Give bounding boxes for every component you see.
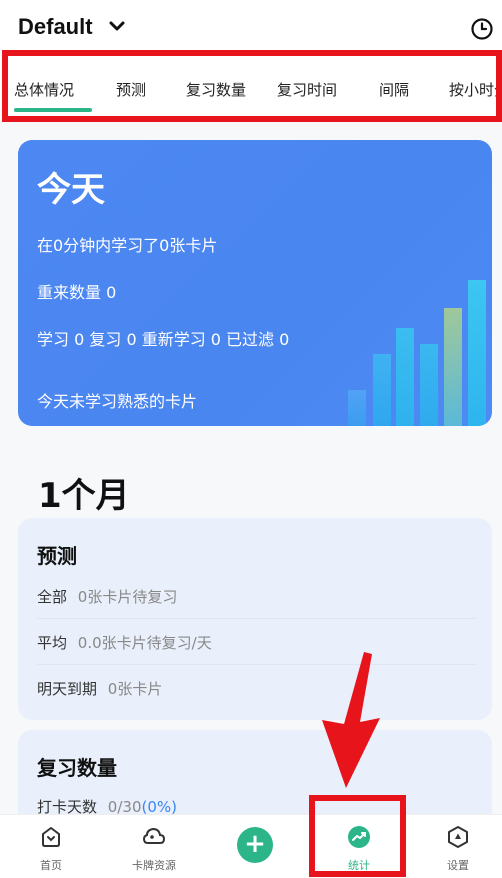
nav-home[interactable]: 首页: [1, 815, 101, 878]
forecast-row-all: 全部 0张卡片待复习: [37, 586, 177, 607]
decor-bar: [348, 390, 366, 426]
divider: [37, 664, 477, 665]
settings-icon: [448, 826, 468, 848]
decor-bar: [373, 354, 391, 426]
today-title: 今天: [37, 170, 105, 210]
forecast-row-label: 平均: [37, 634, 68, 652]
home-icon: [42, 827, 60, 847]
plus-icon: +: [244, 829, 266, 859]
nav-decks-label: 卡牌资源: [132, 859, 176, 872]
forecast-row-average: 平均 0.0张卡片待复习/天: [37, 632, 212, 653]
forecast-card: 预测 全部 0张卡片待复习 平均 0.0张卡片待复习/天 明天到期 0张卡片: [18, 518, 492, 720]
today-relearn-text: 重来数量 0: [37, 283, 117, 302]
chevron-down-icon[interactable]: [108, 19, 126, 33]
review-count-title: 复习数量: [37, 756, 117, 780]
forecast-row-label: 明天到期: [37, 680, 98, 698]
today-mature-text: 今天未学习熟悉的卡片: [37, 392, 198, 411]
forecast-row-value: 0.0张卡片待复习/天: [77, 634, 212, 652]
highlight-box-tabs: [2, 50, 502, 122]
nav-settings-label: 设置: [447, 859, 469, 872]
decor-bar: [420, 344, 438, 426]
annotation-arrow-down: [322, 652, 380, 788]
add-button[interactable]: +: [237, 827, 273, 863]
today-breakdown-text: 学习 0 复习 0 重新学习 0 已过滤 0: [37, 330, 290, 349]
period-title: 1个月: [38, 476, 130, 516]
decor-bar: [396, 328, 414, 426]
forecast-row-value: 0张卡片待复习: [77, 588, 178, 606]
nav-settings[interactable]: 设置: [408, 815, 502, 878]
forecast-row-tomorrow: 明天到期 0张卡片: [37, 678, 162, 699]
deck-title[interactable]: Default: [18, 14, 93, 40]
forecast-title: 预测: [37, 544, 77, 568]
decor-bar: [468, 280, 486, 426]
clock-icon[interactable]: [470, 17, 494, 41]
highlight-box-stats: [309, 795, 406, 877]
today-studied-text: 在0分钟内学习了0张卡片: [37, 236, 218, 255]
forecast-row-label: 全部: [37, 588, 68, 606]
divider: [37, 618, 477, 619]
cloud-icon: [142, 827, 166, 844]
forecast-row-value: 0张卡片: [107, 680, 163, 698]
decor-bar: [444, 308, 462, 426]
nav-decks[interactable]: 卡牌资源: [104, 815, 204, 878]
nav-home-label: 首页: [40, 859, 62, 872]
today-card: 今天 在0分钟内学习了0张卡片 重来数量 0 学习 0 复习 0 重新学习 0 …: [18, 140, 492, 426]
